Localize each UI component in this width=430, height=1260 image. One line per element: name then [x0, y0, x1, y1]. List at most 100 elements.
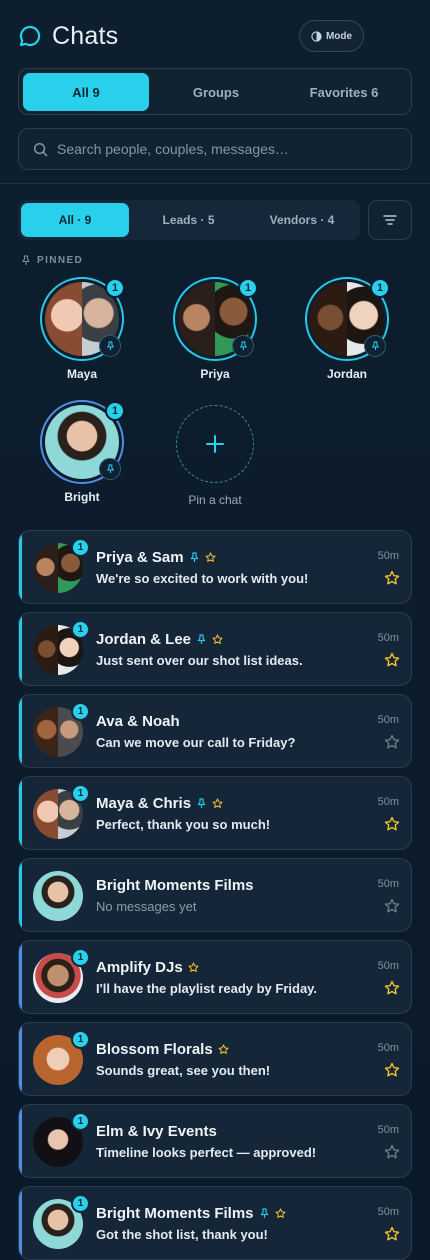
pin-a-chat-label: Pin a chat — [188, 493, 242, 507]
pinned-chat-bright[interactable]: 1 Bright — [32, 400, 132, 515]
chat-preview: Just sent over our shot list ideas. — [96, 653, 303, 668]
chat-time: 50m — [377, 960, 399, 972]
chat-row-amplify-djs[interactable]: 1 Amplify DJs I'll have the playlist rea… — [18, 940, 412, 1014]
unread-badge: 1 — [71, 620, 90, 639]
chat-preview: I'll have the playlist ready by Friday. — [96, 981, 318, 996]
filter-tabs: All · 9 Leads · 5 Vendors · 4 — [18, 200, 360, 240]
filter-all[interactable]: All · 9 — [21, 203, 129, 237]
chat-row-ava-noah[interactable]: 1 Ava & Noah Can we move our call to Fri… — [18, 694, 412, 768]
chat-row-bright-moments-lead[interactable]: Bright Moments Films No messages yet 50m — [18, 858, 412, 932]
lead-accent-bar — [19, 695, 22, 767]
chat-name: Maya & Chris — [96, 795, 192, 812]
unread-badge: 1 — [71, 784, 90, 803]
star-icon — [212, 798, 223, 808]
chat-name: Priya & Sam — [96, 549, 184, 566]
unread-badge: 1 — [105, 401, 125, 421]
chat-preview: No messages yet — [96, 899, 197, 914]
chat-time: 50m — [377, 796, 399, 808]
unread-badge: 1 — [71, 1030, 90, 1049]
chat-time: 50m — [377, 632, 399, 644]
star-icon — [275, 1208, 286, 1218]
favorite-star-icon[interactable] — [384, 898, 400, 914]
lead-accent-bar — [19, 613, 22, 685]
page-title: Chats — [52, 22, 119, 50]
favorite-star-icon[interactable] — [384, 734, 400, 750]
contrast-icon — [311, 30, 322, 42]
star-icon — [218, 1044, 229, 1054]
tab-groups[interactable]: Groups — [153, 73, 279, 111]
pin-icon — [197, 798, 206, 808]
favorite-star-icon[interactable] — [384, 570, 400, 586]
chat-preview: Sounds great, see you then! — [96, 1063, 271, 1078]
search-icon — [33, 142, 48, 156]
pinned-marker-icon — [232, 335, 254, 357]
pin-icon — [189, 552, 199, 562]
mode-toggle-button[interactable]: Mode — [299, 20, 364, 52]
pinned-chat-maya[interactable]: 1 Maya — [32, 277, 132, 392]
pinned-name: Bright — [64, 490, 100, 504]
unread-badge: 1 — [71, 538, 90, 557]
chat-name-group: Elm & Ivy Events — [96, 1123, 217, 1140]
filter-leads[interactable]: Leads · 5 — [132, 203, 245, 237]
vendor-accent-bar — [19, 941, 22, 1013]
pin-a-chat-button[interactable] — [176, 405, 254, 483]
star-icon — [205, 552, 216, 562]
avatar — [33, 871, 83, 921]
search-input[interactable] — [57, 141, 387, 157]
unread-badge: 1 — [105, 278, 125, 298]
chat-name: Bright Moments Films — [96, 877, 254, 894]
pinned-chat-priya[interactable]: 1 Priya — [165, 277, 265, 392]
tab-favorites[interactable]: Favorites 6 — [281, 73, 407, 111]
chat-time: 50m — [377, 714, 399, 726]
favorite-star-icon[interactable] — [384, 816, 400, 832]
favorite-star-icon[interactable] — [384, 1226, 400, 1242]
chat-row-bright-moments-vendor[interactable]: 1 Bright Moments Films Got the shot list… — [18, 1186, 412, 1260]
favorite-star-icon[interactable] — [384, 1062, 400, 1078]
vendor-accent-bar — [19, 1023, 22, 1095]
pinned-name: Jordan — [326, 367, 367, 381]
unread-badge: 1 — [238, 278, 258, 298]
chats-screen: Chats Mode All 9 Groups Favorites 6 All … — [0, 0, 430, 1260]
pinned-marker-icon — [99, 458, 121, 480]
pinned-name: Priya — [200, 367, 230, 381]
chat-name-group: Priya & Sam — [96, 549, 216, 566]
chat-row-elm-ivy-events[interactable]: 1 Elm & Ivy Events Timeline looks perfec… — [18, 1104, 412, 1178]
chat-type-tabs: All 9 Groups Favorites 6 — [18, 68, 412, 115]
unread-badge: 1 — [71, 702, 90, 721]
vendor-accent-bar — [19, 1187, 22, 1259]
sort-button[interactable] — [368, 200, 412, 240]
favorite-star-icon[interactable] — [384, 652, 400, 668]
chat-time: 50m — [377, 1206, 399, 1218]
pinned-label-text: PINNED — [37, 255, 84, 266]
unread-badge: 1 — [71, 948, 90, 967]
star-icon — [212, 634, 223, 644]
mode-label: Mode — [325, 30, 353, 42]
pin-icon — [197, 634, 206, 644]
lead-accent-bar — [19, 531, 22, 603]
pinned-marker-icon — [99, 335, 121, 357]
chat-row-jordan-lee[interactable]: 1 Jordan & Lee Just sent over our shot l… — [18, 612, 412, 686]
plus-icon — [206, 435, 224, 453]
tab-all[interactable]: All 9 — [23, 73, 149, 111]
chat-name: Bright Moments Films — [96, 1205, 254, 1222]
chat-name: Elm & Ivy Events — [96, 1123, 217, 1140]
favorite-star-icon[interactable] — [384, 980, 400, 996]
chat-name-group: Jordan & Lee — [96, 631, 223, 648]
chat-time: 50m — [377, 1042, 399, 1054]
chat-row-blossom-florals[interactable]: 1 Blossom Florals Sounds great, see you … — [18, 1022, 412, 1096]
chat-row-priya-sam[interactable]: 1 Priya & Sam We're so excited to work w… — [18, 530, 412, 604]
favorite-star-icon[interactable] — [384, 1144, 400, 1160]
header: Chats Mode — [0, 0, 430, 70]
pinned-marker-icon — [364, 335, 386, 357]
pinned-section-label: PINNED — [21, 255, 83, 266]
chat-name: Ava & Noah — [96, 713, 180, 730]
chat-time: 50m — [377, 878, 399, 890]
chat-row-maya-chris[interactable]: 1 Maya & Chris Perfect, thank you so muc… — [18, 776, 412, 850]
sort-icon — [383, 215, 397, 225]
chat-preview: We're so excited to work with you! — [96, 571, 309, 586]
filter-vendors[interactable]: Vendors · 4 — [247, 203, 357, 237]
pin-icon — [259, 1208, 269, 1218]
pinned-chat-jordan[interactable]: 1 Jordan — [297, 277, 397, 392]
chat-name-group: Ava & Noah — [96, 713, 180, 730]
unread-badge: 1 — [71, 1112, 90, 1131]
